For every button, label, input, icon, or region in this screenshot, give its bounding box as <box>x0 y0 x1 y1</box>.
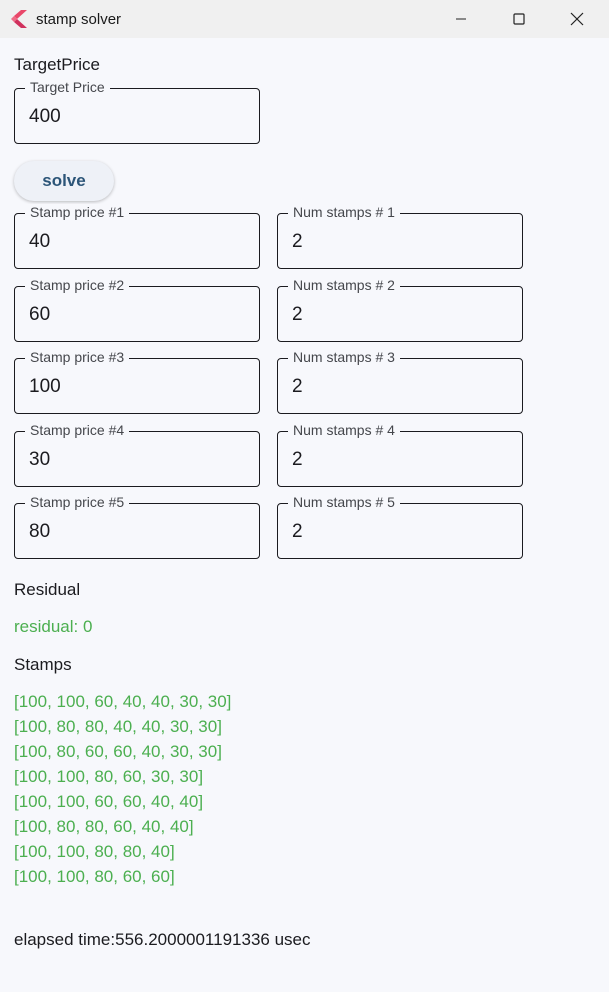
elapsed-time: elapsed time:556.2000001191336 usec <box>14 930 311 949</box>
stamp-price-label-1: Stamp price #1 <box>25 204 130 220</box>
num-stamps-field-5[interactable]: Num stamps # 5 <box>277 494 523 559</box>
stamp-price-input-5[interactable] <box>29 521 249 543</box>
stamp-price-label-4: Stamp price #4 <box>25 422 130 438</box>
num-stamps-label-5: Num stamps # 5 <box>288 494 400 510</box>
num-stamps-field-4[interactable]: Num stamps # 4 <box>277 422 523 487</box>
stamp-price-field-5[interactable]: Stamp price #5 <box>14 494 260 559</box>
num-stamps-input-3[interactable] <box>292 376 512 398</box>
close-icon <box>570 12 584 26</box>
residual-value: residual: 0 <box>14 617 93 636</box>
solve-button[interactable]: solve <box>14 161 114 201</box>
num-stamps-label-4: Num stamps # 4 <box>288 422 400 438</box>
residual-heading: Residual <box>14 580 81 599</box>
main-content: TargetPrice Target Price solve Stamp pri… <box>0 38 609 992</box>
num-stamps-input-4[interactable] <box>292 449 512 471</box>
result-line-6: [100, 80, 80, 60, 40, 40] <box>14 817 194 836</box>
stamp-price-input-3[interactable] <box>29 376 249 398</box>
stamp-price-field-3[interactable]: Stamp price #3 <box>14 349 260 414</box>
flutter-logo-icon <box>11 10 27 28</box>
stamp-price-label-5: Stamp price #5 <box>25 494 130 510</box>
window-title: stamp solver <box>36 11 122 28</box>
target-price-field[interactable]: Target Price <box>14 79 260 144</box>
title-bar: stamp solver <box>0 0 609 38</box>
num-stamps-label-1: Num stamps # 1 <box>288 204 400 220</box>
result-line-4: [100, 100, 80, 60, 30, 30] <box>14 767 204 786</box>
num-stamps-field-3[interactable]: Num stamps # 3 <box>277 349 523 414</box>
num-stamps-input-5[interactable] <box>292 521 512 543</box>
result-line-1: [100, 100, 60, 40, 40, 30, 30] <box>14 692 232 711</box>
stamp-price-field-1[interactable]: Stamp price #1 <box>14 204 260 269</box>
num-stamps-field-1[interactable]: Num stamps # 1 <box>277 204 523 269</box>
num-stamps-field-2[interactable]: Num stamps # 2 <box>277 277 523 342</box>
stamp-price-input-4[interactable] <box>29 449 249 471</box>
app-window: stamp solver TargetPrice Target Price so… <box>0 0 609 992</box>
num-stamps-label-2: Num stamps # 2 <box>288 277 400 293</box>
result-line-8: [100, 100, 80, 60, 60] <box>14 867 175 886</box>
result-line-5: [100, 100, 60, 60, 40, 40] <box>14 792 204 811</box>
minimize-button[interactable] <box>432 0 490 38</box>
num-stamps-label-3: Num stamps # 3 <box>288 349 400 365</box>
result-line-7: [100, 100, 80, 80, 40] <box>14 842 175 861</box>
minimize-icon <box>456 18 466 20</box>
num-stamps-input-1[interactable] <box>292 231 512 253</box>
stamp-price-input-1[interactable] <box>29 231 249 253</box>
target-price-heading: TargetPrice <box>14 55 100 74</box>
result-line-2: [100, 80, 80, 40, 40, 30, 30] <box>14 717 222 736</box>
num-stamps-input-2[interactable] <box>292 304 512 326</box>
maximize-icon <box>513 13 525 25</box>
stamp-price-label-2: Stamp price #2 <box>25 277 130 293</box>
stamp-price-input-2[interactable] <box>29 304 249 326</box>
target-price-label: Target Price <box>25 79 110 95</box>
target-price-input[interactable] <box>29 106 249 128</box>
maximize-button[interactable] <box>490 0 548 38</box>
stamps-heading: Stamps <box>14 655 72 674</box>
result-line-3: [100, 80, 60, 60, 40, 30, 30] <box>14 742 222 761</box>
close-button[interactable] <box>548 0 606 38</box>
stamp-price-field-4[interactable]: Stamp price #4 <box>14 422 260 487</box>
stamp-price-label-3: Stamp price #3 <box>25 349 130 365</box>
stamp-price-field-2[interactable]: Stamp price #2 <box>14 277 260 342</box>
